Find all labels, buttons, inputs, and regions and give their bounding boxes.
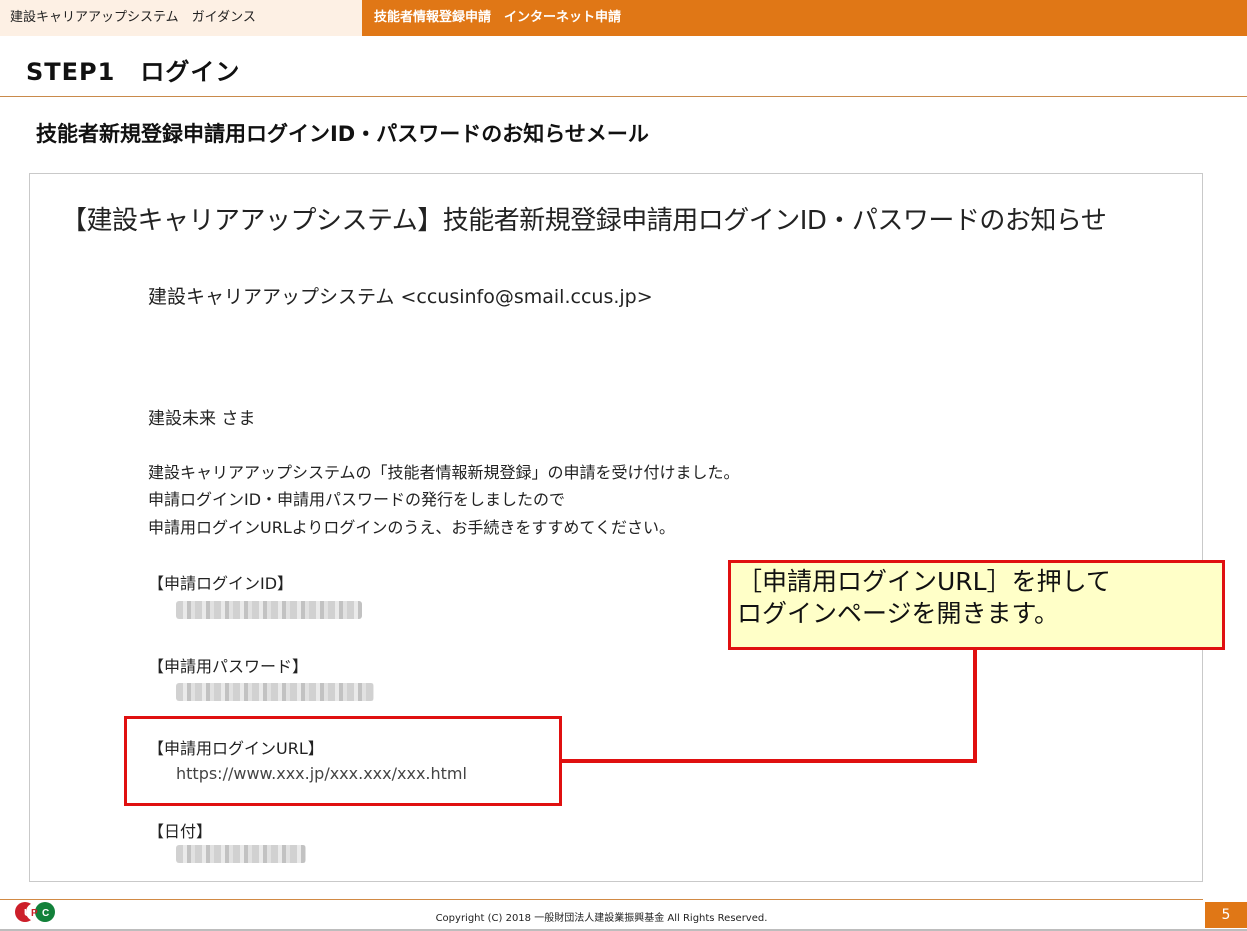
password-value-blurred (176, 683, 374, 701)
copyright-text: Copyright (C) 2018 一般財団法人建設業振興基金 All Rig… (435, 913, 768, 924)
section-heading: 技能者新規登録申請用ログインID・パスワードのお知らせメール (36, 122, 649, 146)
callout-connector-vertical (973, 650, 977, 762)
active-tab[interactable]: 技能者情報登録申請 インターネット申請 (374, 0, 621, 36)
date-label: 【日付】 (148, 822, 213, 841)
page-title: STEP1 ログイン (26, 58, 241, 86)
instruction-callout: ［申請用ログインURL］を押して ログインページを開きます。 (728, 560, 1225, 650)
guide-tab[interactable]: 建設キャリアアップシステム ガイダンス (0, 0, 362, 36)
email-body-line-1: 建設キャリアアップシステムの「技能者情報新規登録」の申請を受け付けました。 (148, 463, 740, 482)
footer-divider (0, 899, 1203, 900)
email-salutation: 建設未来 さま (148, 409, 256, 429)
email-body-line-3: 申請用ログインURLよりログインのうえ、お手続きをすすめてください。 (148, 518, 675, 537)
login-id-label: 【申請ログインID】 (148, 574, 294, 593)
callout-line-2: ログインページを開きます。 (737, 599, 1060, 628)
login-url-highlight (124, 716, 562, 806)
email-body-line-2: 申請ログインID・申請用パスワードの発行をしましたので (148, 490, 566, 509)
page-number: 5 (1205, 902, 1247, 928)
date-value-blurred (176, 845, 306, 863)
title-divider (0, 96, 1247, 97)
login-id-value-blurred (176, 601, 362, 619)
password-label: 【申請用パスワード】 (148, 657, 309, 676)
callout-line-1: ［申請用ログインURL］を押して (737, 567, 1111, 596)
email-sender: 建設キャリアアップシステム <ccusinfo@smail.ccus.jp> (148, 286, 653, 308)
callout-connector-horizontal (562, 759, 977, 763)
email-subject: 【建設キャリアアップシステム】技能者新規登録申請用ログインID・パスワードのお知… (61, 206, 1107, 236)
